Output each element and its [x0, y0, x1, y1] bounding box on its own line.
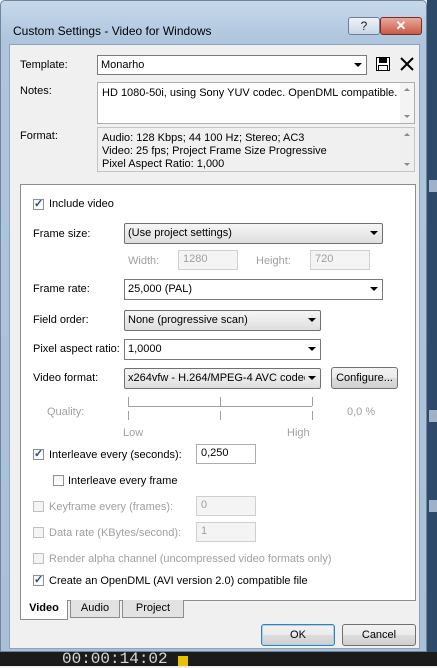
opendml-label: Create an OpenDML (AVI version 2.0) comp… — [49, 575, 308, 587]
field-order-dropdown[interactable]: None (progressive scan) — [124, 310, 321, 331]
close-button[interactable]: ✕ — [380, 17, 422, 35]
format-line: Video: 25 fps; Project Frame Size Progre… — [102, 145, 327, 157]
quality-value: 0,0 % — [347, 406, 376, 418]
dialog-client-area: Template: Monarho Notes: HD 1080-50i, us… — [9, 44, 420, 649]
template-dropdown[interactable]: Monarho — [97, 55, 367, 75]
render-alpha-checkbox[interactable] — [33, 553, 44, 564]
format-line: Audio: 128 Kbps; 44 100 Hz; Stereo; AC3 — [102, 132, 305, 144]
chevron-down-icon — [370, 231, 378, 235]
video-format-label: Video format: — [33, 372, 99, 384]
data-rate-checkbox[interactable] — [33, 527, 44, 538]
save-template-icon[interactable] — [376, 57, 390, 71]
frame-size-value: (Use project settings) — [128, 227, 232, 239]
format-summary: Audio: 128 Kbps; 44 100 Hz; Stereo; AC3 V… — [97, 127, 415, 172]
frame-rate-dropdown[interactable]: 25,000 (PAL) — [124, 279, 383, 300]
field-order-label: Field order: — [33, 314, 89, 326]
chevron-down-icon — [308, 347, 316, 351]
frame-rate-value: 25,000 (PAL) — [128, 283, 193, 295]
background-cursor-marker — [178, 656, 188, 666]
ok-button[interactable]: OK — [261, 624, 335, 646]
notes-label: Notes: — [20, 85, 52, 97]
background-marker — [429, 180, 437, 192]
quality-high-label: High — [287, 427, 310, 439]
interleave-checkbox[interactable] — [33, 447, 44, 460]
data-rate-input[interactable]: 1 — [196, 522, 256, 542]
video-format-value: x264vfw - H.264/MPEG-4 AVC codec — [128, 372, 305, 384]
keyframe-value: 0 — [201, 499, 208, 511]
interleave-frame-label: Interleave every frame — [68, 475, 178, 487]
interleave-value: 0,250 — [201, 447, 229, 459]
quality-label: Quality: — [47, 406, 85, 418]
tab-strip: Video Audio Project — [20, 600, 416, 620]
width-label: Width: — [128, 255, 160, 267]
chevron-down-icon — [308, 318, 316, 322]
help-button[interactable]: ? — [348, 17, 380, 35]
tab-audio[interactable]: Audio — [70, 600, 120, 618]
window-title: Custom Settings - Video for Windows — [13, 24, 212, 38]
quality-slider-tick — [220, 411, 221, 420]
notes-text: HD 1080-50i, using Sony YUV codec. OpenD… — [102, 87, 398, 99]
quality-slider-tick — [128, 397, 129, 406]
keyframe-checkbox[interactable] — [33, 501, 44, 512]
field-order-value: None (progressive scan) — [128, 314, 248, 326]
height-label: Height: — [256, 255, 291, 267]
chevron-down-icon — [354, 63, 362, 67]
tab-video[interactable]: Video — [20, 600, 68, 620]
chevron-down-icon — [308, 376, 316, 380]
render-alpha-label: Render alpha channel (uncompressed video… — [49, 553, 332, 565]
quality-slider-tick — [128, 411, 129, 420]
pixel-aspect-dropdown[interactable]: 1,0000 — [124, 339, 321, 360]
quality-slider-tick — [312, 397, 313, 406]
include-video-label: Include video — [49, 198, 114, 210]
frame-size-dropdown[interactable]: (Use project settings) — [124, 223, 383, 244]
chevron-down-icon — [370, 287, 378, 291]
template-value: Monarho — [101, 59, 145, 71]
format-line: Pixel Aspect Ratio: 1,000 — [102, 158, 225, 170]
keyframe-input[interactable]: 0 — [196, 496, 256, 516]
width-input[interactable]: 1280 — [178, 250, 238, 270]
interleave-input[interactable]: 0,250 — [196, 444, 256, 464]
configure-button[interactable]: Configure... — [331, 367, 398, 389]
tab-project[interactable]: Project — [122, 600, 184, 618]
opendml-checkbox[interactable] — [33, 573, 44, 586]
delete-template-icon[interactable] — [400, 57, 414, 71]
background-marker — [429, 410, 437, 422]
scroll-up-icon — [404, 88, 410, 91]
height-input[interactable]: 720 — [310, 250, 370, 270]
interleave-frame-checkbox[interactable] — [53, 475, 64, 486]
quality-low-label: Low — [123, 427, 144, 439]
video-tab-panel: Include video Frame size: (Use project s… — [20, 184, 416, 601]
quality-slider-tick — [220, 397, 221, 406]
notes-textarea[interactable]: HD 1080-50i, using Sony YUV codec. OpenD… — [97, 82, 415, 124]
height-value: 720 — [315, 253, 334, 265]
custom-settings-dialog: Custom Settings - Video for Windows ? ✕ … — [0, 0, 427, 652]
format-scrollbar[interactable] — [400, 128, 414, 171]
video-format-dropdown[interactable]: x264vfw - H.264/MPEG-4 AVC codec — [124, 368, 321, 389]
keyframe-label: Keyframe every (frames): — [49, 501, 174, 513]
pixel-aspect-label: Pixel aspect ratio: — [33, 343, 120, 355]
template-label: Template: — [20, 59, 68, 71]
scroll-down-icon — [404, 163, 410, 166]
cancel-button[interactable]: Cancel — [342, 624, 416, 646]
scroll-up-icon — [404, 133, 410, 136]
scroll-down-icon — [404, 115, 410, 118]
pixel-aspect-value: 1,0000 — [128, 343, 162, 355]
interleave-label: Interleave every (seconds): — [49, 449, 182, 461]
notes-scrollbar[interactable] — [400, 83, 414, 123]
format-label: Format: — [20, 130, 58, 142]
format-text: Audio: 128 Kbps; 44 100 Hz; Stereo; AC3 V… — [102, 132, 327, 171]
background-timecode: 00:00:14:02 — [62, 650, 168, 668]
frame-rate-label: Frame rate: — [33, 283, 90, 295]
width-value: 1280 — [183, 253, 208, 265]
background-timeline-strip — [427, 0, 437, 666]
frame-size-label: Frame size: — [33, 228, 91, 240]
data-rate-value: 1 — [201, 525, 208, 537]
data-rate-label: Data rate (KBytes/second): — [49, 527, 182, 539]
quality-slider-track[interactable] — [128, 406, 312, 407]
include-video-checkbox[interactable] — [33, 197, 44, 210]
background-marker — [429, 500, 437, 512]
quality-slider-tick — [312, 411, 313, 420]
